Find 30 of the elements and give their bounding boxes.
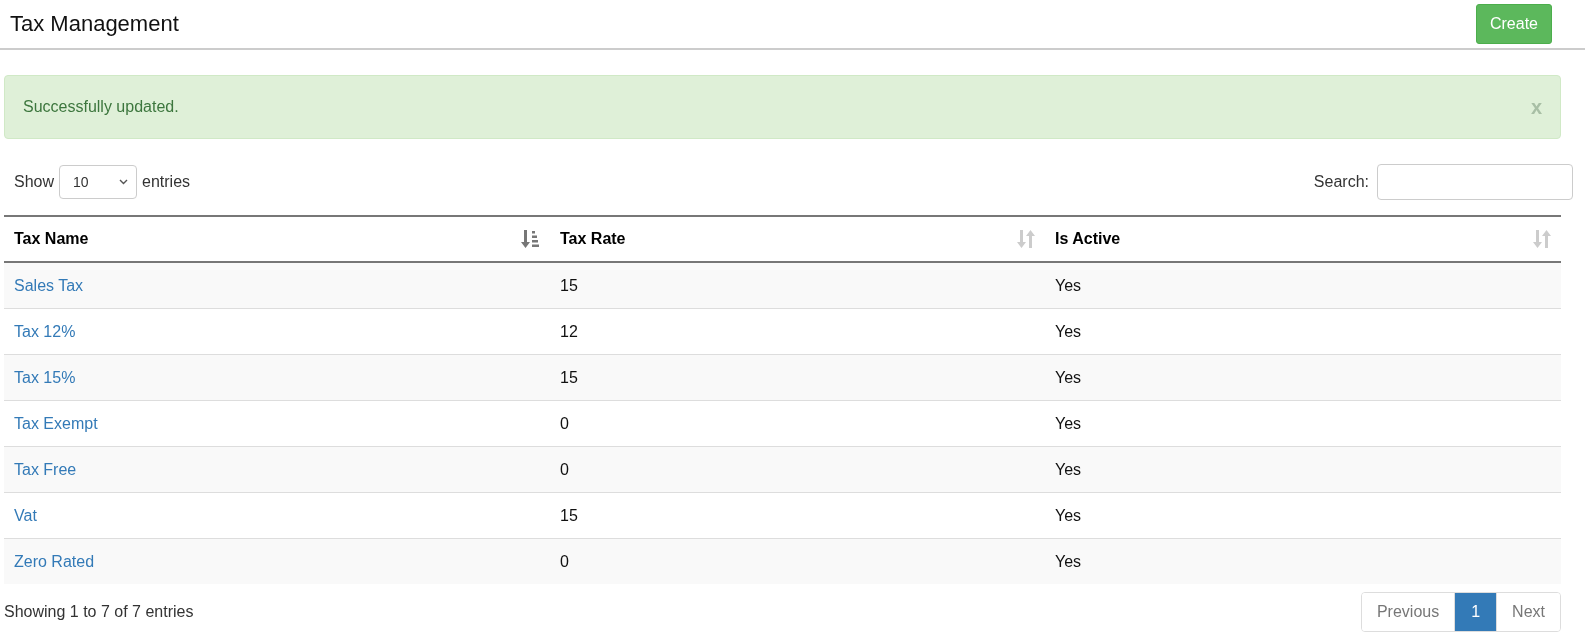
sort-ascending-icon[interactable] (520, 230, 540, 248)
table-cell: Yes (1045, 538, 1561, 584)
tax-name-link[interactable]: Tax Free (14, 460, 77, 478)
entries-label: entries (142, 173, 191, 191)
table-cell: Yes (1045, 262, 1561, 309)
tax-name-link[interactable]: Tax Exempt (14, 414, 98, 432)
tax-name-link[interactable]: Vat (14, 506, 37, 524)
page-title: Tax Management (10, 11, 179, 37)
pagination-button[interactable]: 1 (1454, 593, 1497, 631)
search-field[interactable] (1377, 164, 1573, 200)
show-label: Show (14, 173, 55, 191)
table-cell: 15 (550, 354, 1045, 401)
tax-name-link[interactable]: Tax 12% (14, 322, 76, 340)
table-cell: 0 (550, 446, 1045, 493)
search-label: Search: (1313, 173, 1369, 191)
entries-dropdown[interactable]: 10 (59, 165, 138, 199)
create-button[interactable]: Create (1475, 4, 1552, 44)
alert-message: Successfully updated. (23, 98, 179, 116)
chevron-down-icon (119, 179, 129, 185)
tax-name-link[interactable]: Zero Rated (14, 552, 95, 570)
tax-name-link[interactable]: Tax 15% (14, 368, 76, 386)
sort-icon[interactable] (1017, 230, 1035, 248)
tax-name-link[interactable]: Sales Tax (14, 276, 84, 294)
pagination-button[interactable]: Next (1496, 593, 1560, 631)
table-cell: 0 (550, 538, 1045, 584)
table-cell: Yes (1045, 446, 1561, 493)
table-info: Showing 1 to 7 of 7 entries (4, 603, 194, 621)
table-cell: 15 (550, 262, 1045, 309)
table-cell: Yes (1045, 354, 1561, 401)
sort-icon[interactable] (1533, 230, 1551, 248)
